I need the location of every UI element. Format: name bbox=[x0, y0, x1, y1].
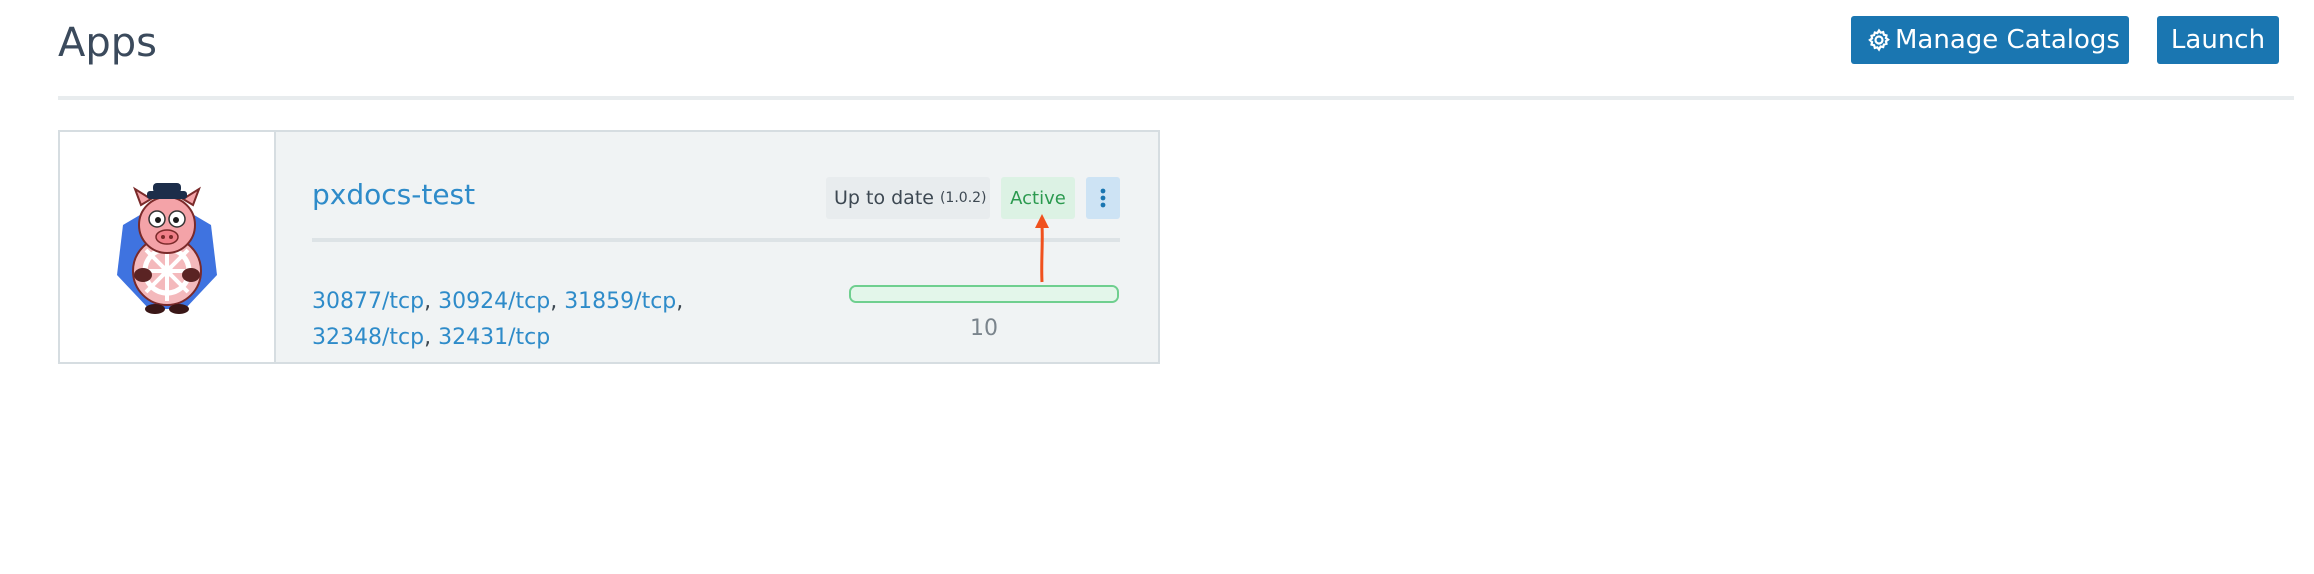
annotation-arrow-icon bbox=[1035, 214, 1049, 283]
manage-catalogs-button[interactable]: Manage Catalogs bbox=[1851, 16, 2129, 64]
app-card-body: pxdocs-test Up to date (1.0.2) Active 30… bbox=[276, 132, 1158, 362]
progress-count: 10 bbox=[970, 316, 998, 341]
kebab-menu-icon bbox=[1100, 188, 1106, 208]
gear-icon bbox=[1867, 28, 1891, 52]
page-header: Apps Manage Catalogs Launch bbox=[58, 16, 2294, 100]
upgrade-status-badge: Up to date (1.0.2) bbox=[826, 177, 990, 219]
port-link[interactable]: 31859/tcp bbox=[564, 289, 676, 314]
port-link[interactable]: 30924/tcp bbox=[438, 289, 550, 314]
app-card: pxdocs-test Up to date (1.0.2) Active 30… bbox=[58, 130, 1160, 364]
app-name-link[interactable]: pxdocs-test bbox=[312, 178, 475, 211]
progress-fill bbox=[851, 287, 1117, 301]
actions-menu-button[interactable] bbox=[1086, 177, 1120, 219]
manage-catalogs-label: Manage Catalogs bbox=[1895, 25, 2120, 55]
page-title: Apps bbox=[58, 20, 157, 66]
port-list: 30877/tcp, 30924/tcp, 31859/tcp, 32348/t… bbox=[312, 289, 684, 350]
app-version: (1.0.2) bbox=[939, 190, 987, 206]
upgrade-status-text: Up to date bbox=[834, 187, 934, 209]
kubernetes-pig-logo bbox=[117, 183, 217, 314]
port-link[interactable]: 30877/tcp bbox=[312, 289, 424, 314]
card-divider bbox=[312, 238, 1120, 242]
port-link[interactable]: 32348/tcp bbox=[312, 325, 424, 350]
progress-bar bbox=[849, 285, 1119, 303]
launch-button[interactable]: Launch bbox=[2157, 16, 2279, 64]
port-link[interactable]: 32431/tcp bbox=[438, 325, 550, 350]
app-logo bbox=[60, 132, 276, 362]
